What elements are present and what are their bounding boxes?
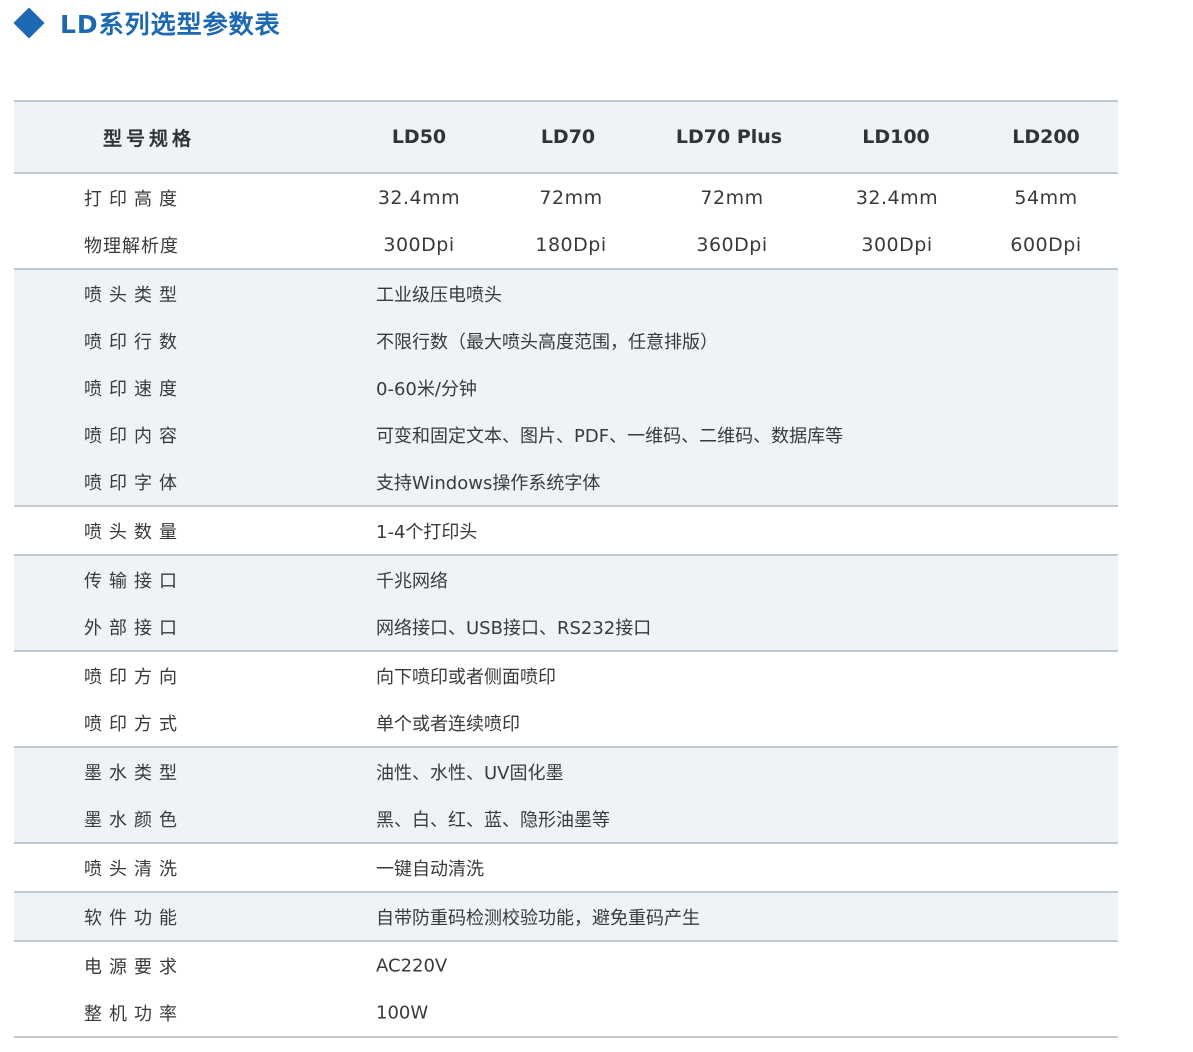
model-spec-group: 打印高度 32.4mm 72mm 72mm 32.4mm 54mm 物理解析度 … — [14, 174, 1118, 270]
row-value: 向下喷印或者侧面喷印 — [376, 666, 556, 688]
header-model-ld70plus: LD70 Plus — [675, 126, 783, 148]
row-label: 喷印速度 — [84, 378, 184, 400]
cell-value: 72mm — [700, 186, 764, 209]
table-header: 型号规格 LD50 LD70 LD70 Plus LD100 LD200 — [14, 100, 1118, 174]
cell-value: 54mm — [1014, 186, 1078, 209]
table-row: 外部接口 网络接口、USB接口、RS232接口 — [14, 603, 1118, 650]
cell-value: 300Dpi — [383, 233, 455, 256]
spec-group-heads: 喷头数量 1-4个打印头 — [14, 507, 1118, 556]
cell-value: 72mm — [539, 186, 603, 209]
cell-value: 32.4mm — [855, 186, 939, 209]
spec-group-ink: 墨水类型 油性、水性、UV固化墨 墨水颜色 黑、白、红、蓝、隐形油墨等 — [14, 748, 1118, 844]
spec-group-interfaces: 传输接口 千兆网络 外部接口 网络接口、USB接口、RS232接口 — [14, 556, 1118, 652]
cell-value: 32.4mm — [377, 186, 461, 209]
header-model-ld200: LD200 — [1012, 126, 1080, 148]
spec-group-cleaning: 喷头清洗 一键自动清洗 — [14, 844, 1118, 893]
table-row: 喷印行数 不限行数（最大喷头高度范围，任意排版） — [14, 317, 1118, 364]
table-row: 墨水颜色 黑、白、红、蓝、隐形油墨等 — [14, 795, 1118, 842]
row-value: 可变和固定文本、图片、PDF、一维码、二维码、数据库等 — [376, 425, 844, 447]
row-value: 不限行数（最大喷头高度范围，任意排版） — [376, 331, 718, 353]
table-row: 打印高度 32.4mm 72mm 72mm 32.4mm 54mm — [14, 174, 1118, 221]
row-label: 喷印方式 — [84, 713, 184, 735]
row-value: 0-60米/分钟 — [376, 378, 477, 400]
table-row: 电源要求 AC220V — [14, 942, 1118, 989]
row-label: 喷印字体 — [84, 472, 184, 494]
row-value: 千兆网络 — [376, 570, 448, 592]
table-row: 喷头清洗 一键自动清洗 — [14, 844, 1118, 891]
spec-group-printing: 喷头类型 工业级压电喷头 喷印行数 不限行数（最大喷头高度范围，任意排版） 喷印… — [14, 270, 1118, 507]
table-row: 整机功率 100W — [14, 989, 1118, 1036]
header-model-ld50: LD50 — [391, 126, 447, 148]
cell-value: 360Dpi — [696, 233, 768, 256]
row-label: 墨水类型 — [84, 762, 184, 784]
row-label: 喷印方向 — [84, 666, 184, 688]
table-row: 喷印速度 0-60米/分钟 — [14, 364, 1118, 411]
row-label: 喷头清洗 — [84, 858, 184, 880]
spec-group-direction: 喷印方向 向下喷印或者侧面喷印 喷印方式 单个或者连续喷印 — [14, 652, 1118, 748]
cell-value: 300Dpi — [861, 233, 933, 256]
row-label: 喷头类型 — [84, 284, 184, 306]
row-label: 外部接口 — [84, 617, 184, 639]
spec-group-power: 电源要求 AC220V 整机功率 100W — [14, 942, 1118, 1038]
row-label: 喷印内容 — [84, 425, 184, 447]
row-value: 支持Windows操作系统字体 — [376, 472, 601, 494]
row-label: 电源要求 — [84, 956, 184, 978]
row-value: AC220V — [376, 955, 448, 976]
page-title: LD系列选型参数表 — [60, 10, 281, 39]
diamond-bullet-icon — [13, 7, 45, 39]
row-label: 喷头数量 — [84, 521, 184, 543]
table-row: 墨水类型 油性、水性、UV固化墨 — [14, 748, 1118, 795]
row-label: 墨水颜色 — [84, 809, 184, 831]
cell-value: 600Dpi — [1010, 233, 1082, 256]
row-label: 打印高度 — [84, 188, 184, 210]
table-row: 喷印内容 可变和固定文本、图片、PDF、一维码、二维码、数据库等 — [14, 411, 1118, 458]
table-row: 传输接口 千兆网络 — [14, 556, 1118, 603]
table-row: 喷头数量 1-4个打印头 — [14, 507, 1118, 554]
table-row: 喷头类型 工业级压电喷头 — [14, 270, 1118, 317]
row-value: 黑、白、红、蓝、隐形油墨等 — [376, 809, 610, 831]
header-label: 型号规格 — [102, 127, 195, 150]
table-row: 物理解析度 300Dpi 180Dpi 360Dpi 300Dpi 600Dpi — [14, 221, 1118, 268]
row-value: 网络接口、USB接口、RS232接口 — [376, 617, 652, 639]
row-value: 单个或者连续喷印 — [376, 713, 520, 735]
table-row: 喷印方向 向下喷印或者侧面喷印 — [14, 652, 1118, 699]
row-value: 一键自动清洗 — [376, 858, 484, 880]
row-value: 1-4个打印头 — [376, 521, 478, 543]
header-model-ld100: LD100 — [862, 126, 930, 148]
page-title-block: LD系列选型参数表 — [13, 4, 281, 42]
spec-group-software: 软件功能 自带防重码检测校验功能，避免重码产生 — [14, 893, 1118, 942]
row-value: 油性、水性、UV固化墨 — [376, 762, 564, 784]
table-row: 喷印字体 支持Windows操作系统字体 — [14, 458, 1118, 505]
row-value: 100W — [376, 1002, 429, 1023]
row-label: 物理解析度 — [84, 235, 179, 257]
row-label: 整机功率 — [84, 1003, 184, 1025]
header-model-ld70: LD70 — [540, 126, 596, 148]
row-label: 喷印行数 — [84, 331, 184, 353]
table-row: 喷印方式 单个或者连续喷印 — [14, 699, 1118, 746]
row-label: 软件功能 — [84, 907, 184, 929]
cell-value: 180Dpi — [535, 233, 607, 256]
row-label: 传输接口 — [84, 570, 184, 592]
spec-table: 型号规格 LD50 LD70 LD70 Plus LD100 LD200 打印高… — [14, 100, 1118, 1038]
table-row: 软件功能 自带防重码检测校验功能，避免重码产生 — [14, 893, 1118, 940]
row-value: 工业级压电喷头 — [376, 284, 502, 306]
row-value: 自带防重码检测校验功能，避免重码产生 — [376, 907, 700, 929]
